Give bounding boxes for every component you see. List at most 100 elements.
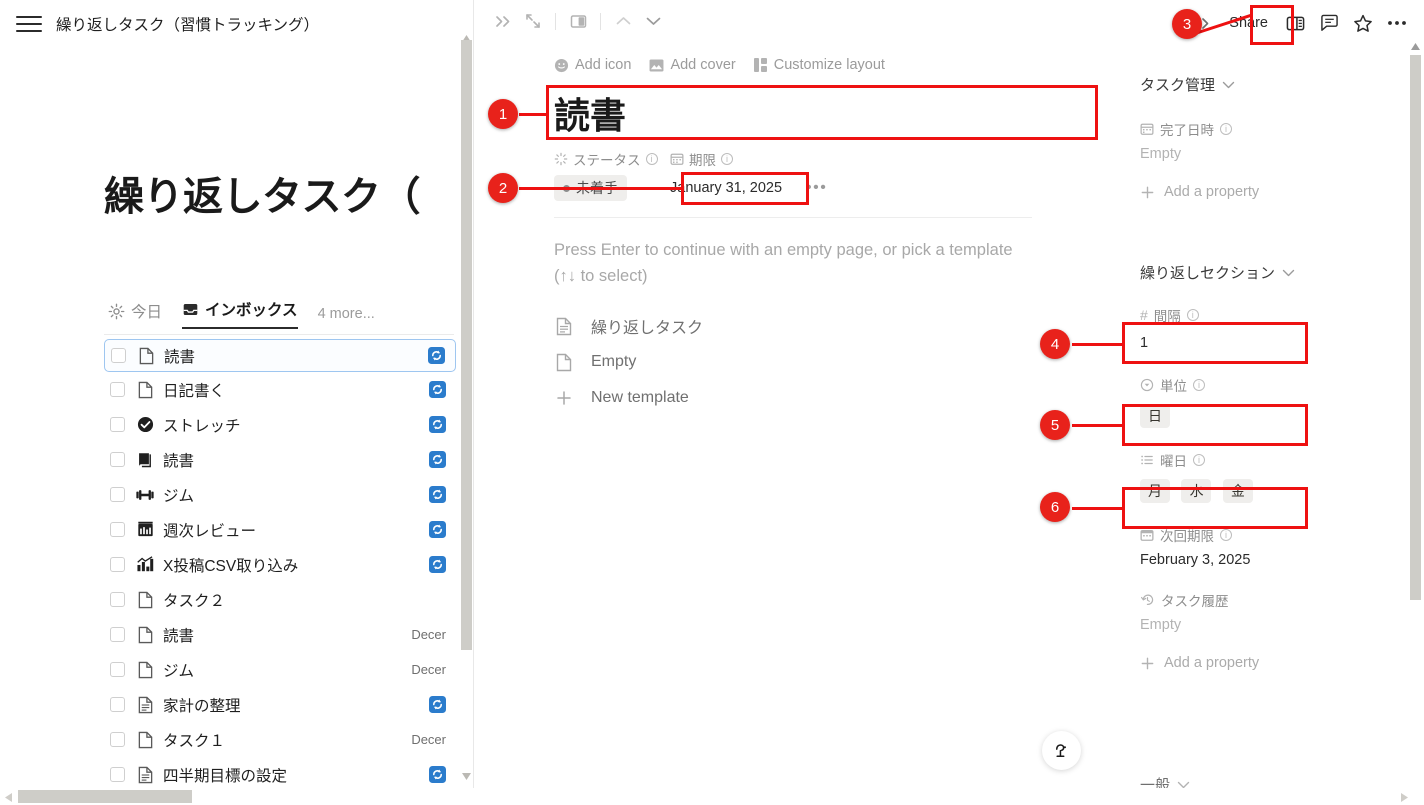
new-template-button[interactable]: New template: [554, 381, 1024, 415]
property-label-weekday[interactable]: 曜日 i: [1140, 450, 1406, 470]
info-icon[interactable]: i: [1220, 123, 1232, 135]
tab-inbox[interactable]: インボックス: [182, 298, 298, 329]
due-date-value-cell[interactable]: January 31, 2025: [670, 179, 806, 197]
task-recurring-badge[interactable]: [428, 347, 445, 364]
task-checkbox[interactable]: [110, 487, 125, 502]
info-icon[interactable]: i: [645, 153, 658, 165]
recurring-icon[interactable]: [429, 451, 446, 468]
horizontal-scroll-thumb[interactable]: [18, 790, 192, 803]
add-cover-button[interactable]: Add cover: [649, 57, 736, 73]
add-property-button-1[interactable]: Add a property: [1140, 184, 1406, 200]
task-list-item[interactable]: タスク１ Decer: [104, 722, 456, 757]
info-icon[interactable]: i: [1193, 379, 1205, 391]
task-recurring-badge[interactable]: [429, 556, 446, 573]
property-label-status[interactable]: ステータス i: [554, 149, 670, 169]
open-full-icon[interactable]: [518, 6, 548, 36]
task-list-item[interactable]: 家計の整理: [104, 687, 456, 722]
recurring-icon[interactable]: [429, 381, 446, 398]
task-list-item[interactable]: タスク２: [104, 582, 456, 617]
task-list-item[interactable]: 読書: [104, 442, 456, 477]
property-label-task-history[interactable]: タスク履歴: [1140, 590, 1406, 610]
task-list-item[interactable]: ジム Decer: [104, 652, 456, 687]
favorite-button[interactable]: [1348, 8, 1378, 38]
template-option-empty[interactable]: Empty: [554, 345, 1024, 379]
task-checkbox[interactable]: [110, 557, 125, 572]
task-recurring-badge[interactable]: [429, 381, 446, 398]
task-recurring-badge[interactable]: [429, 416, 446, 433]
property-overflow-button[interactable]: •••: [806, 179, 827, 197]
recurring-icon[interactable]: [429, 696, 446, 713]
property-label-interval[interactable]: # 間隔 i: [1140, 305, 1406, 325]
task-checkbox[interactable]: [110, 627, 125, 642]
horizontal-scrollbar[interactable]: [0, 788, 1424, 805]
add-property-button-2[interactable]: Add a property: [1140, 655, 1406, 671]
task-checkbox[interactable]: [110, 662, 125, 677]
hamburger-menu-icon[interactable]: [16, 14, 42, 34]
expand-panel-icon[interactable]: [1187, 8, 1217, 38]
section-title[interactable]: 繰り返しセクション: [1140, 262, 1406, 283]
task-checkbox[interactable]: [110, 522, 125, 537]
property-label-completed-at[interactable]: 完了日時 i: [1140, 119, 1406, 139]
info-icon[interactable]: i: [1193, 454, 1205, 466]
add-icon-button[interactable]: Add icon: [554, 57, 631, 73]
left-scroll-thumb[interactable]: [461, 40, 472, 650]
tag-unit[interactable]: 日: [1140, 404, 1170, 428]
info-icon[interactable]: i: [1220, 529, 1232, 541]
property-label-due[interactable]: 期限 i: [670, 149, 733, 169]
task-recurring-badge[interactable]: [429, 521, 446, 538]
recurring-icon[interactable]: [429, 556, 446, 573]
task-list-item[interactable]: 週次レビュー: [104, 512, 456, 547]
task-list-item[interactable]: 日記書く: [104, 372, 456, 407]
page-title[interactable]: 読書: [554, 87, 626, 139]
task-checkbox[interactable]: [111, 348, 126, 363]
sidebar-toggle-button[interactable]: [1280, 8, 1310, 38]
task-checkbox[interactable]: [110, 592, 125, 607]
task-recurring-badge[interactable]: [429, 696, 446, 713]
tab-today[interactable]: 今日: [108, 300, 162, 329]
status-value-cell[interactable]: 未着手: [554, 175, 670, 201]
task-list-item[interactable]: 四半期目標の設定: [104, 757, 456, 788]
task-recurring-badge[interactable]: [429, 486, 446, 503]
chevron-down-icon[interactable]: [638, 6, 668, 36]
task-list-item[interactable]: ストレッチ: [104, 407, 456, 442]
property-value-interval[interactable]: 1: [1140, 335, 1406, 351]
task-checkbox[interactable]: [110, 452, 125, 467]
task-checkbox[interactable]: [110, 417, 125, 432]
task-checkbox[interactable]: [110, 697, 125, 712]
share-button[interactable]: Share: [1221, 15, 1276, 31]
info-icon[interactable]: i: [1186, 309, 1199, 321]
task-list-item[interactable]: ジム: [104, 477, 456, 512]
notion-ai-button[interactable]: [1042, 731, 1081, 770]
property-value-completed-at[interactable]: Empty: [1140, 146, 1406, 162]
recurring-icon[interactable]: [429, 486, 446, 503]
tag-weekday-mon[interactable]: 月: [1140, 479, 1170, 503]
property-label-unit[interactable]: 単位 i: [1140, 375, 1406, 395]
task-recurring-badge[interactable]: [429, 766, 446, 783]
property-label-next-due[interactable]: 次回期限 i: [1140, 525, 1406, 545]
chevron-up-icon[interactable]: [608, 6, 638, 36]
tab-more[interactable]: 4 more...: [318, 306, 375, 329]
property-value-next-due[interactable]: February 3, 2025: [1140, 552, 1406, 568]
customize-layout-button[interactable]: Customize layout: [753, 57, 885, 73]
task-list-item[interactable]: 読書: [104, 339, 456, 372]
task-recurring-badge[interactable]: [429, 451, 446, 468]
task-checkbox[interactable]: [110, 767, 125, 782]
recurring-icon[interactable]: [429, 416, 446, 433]
property-value-weekday[interactable]: 月 水 金: [1140, 479, 1406, 503]
task-list-item[interactable]: 読書 Decer: [104, 617, 456, 652]
tag-weekday-wed[interactable]: 水: [1181, 479, 1212, 503]
property-value-unit[interactable]: 日: [1140, 404, 1406, 428]
recurring-icon[interactable]: [428, 347, 445, 364]
double-chevron-right-icon[interactable]: [488, 6, 518, 36]
recurring-icon[interactable]: [429, 521, 446, 538]
task-checkbox[interactable]: [110, 732, 125, 747]
section-title[interactable]: タスク管理: [1140, 74, 1406, 95]
recurring-icon[interactable]: [429, 766, 446, 783]
task-checkbox[interactable]: [110, 382, 125, 397]
template-option-recurring[interactable]: 繰り返しタスク: [554, 309, 1024, 343]
tag-weekday-fri[interactable]: 金: [1222, 479, 1253, 503]
property-value-task-history[interactable]: Empty: [1140, 617, 1406, 633]
status-badge[interactable]: 未着手: [554, 175, 627, 201]
panel-layout-icon[interactable]: [563, 6, 593, 36]
info-icon[interactable]: i: [721, 153, 733, 165]
